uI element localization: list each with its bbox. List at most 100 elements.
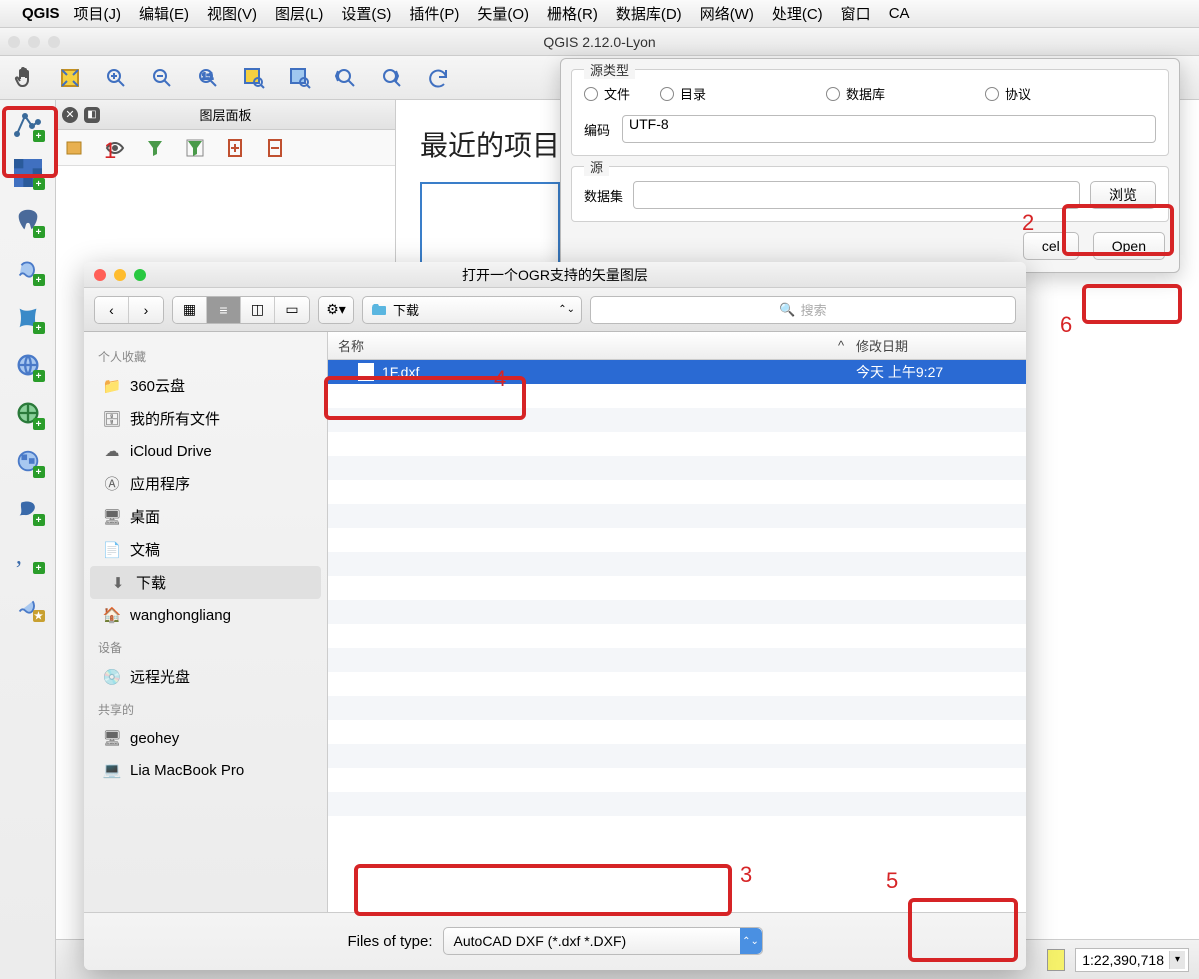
file-columns[interactable]: 名称 ^ 修改日期: [328, 332, 1026, 360]
computer-icon: 🖥: [102, 728, 122, 748]
zoom-native-icon[interactable]: 1:1: [192, 62, 224, 94]
radio-database[interactable]: 数据库: [826, 84, 885, 103]
computer-icon: 💻: [102, 760, 122, 780]
menu-raster[interactable]: 栅格(R): [547, 3, 598, 24]
menu-database[interactable]: 数据库(D): [616, 3, 682, 24]
file-dialog-title: 打开一个OGR支持的矢量图层: [462, 265, 648, 285]
window-titlebar: QGIS 2.12.0-Lyon: [0, 28, 1199, 56]
menu-vector[interactable]: 矢量(O): [477, 3, 529, 24]
fd-max-dot[interactable]: [134, 269, 146, 281]
refresh-icon[interactable]: [422, 62, 454, 94]
menu-layer[interactable]: 图层(L): [275, 3, 323, 24]
src-open-button[interactable]: Open: [1093, 232, 1165, 260]
src-cancel-button[interactable]: cel: [1023, 232, 1079, 260]
annotation-1-label: 1: [104, 138, 116, 164]
sidebar-item-downloads[interactable]: ⬇︎下载: [90, 566, 321, 599]
chevron-updown-icon: ⌃⌄: [558, 304, 575, 315]
sidebar-item-home[interactable]: 🏠wanghongliang: [84, 599, 327, 631]
sidebar-item-allfiles[interactable]: 🗄我的所有文件: [84, 402, 327, 435]
zoom-in-icon[interactable]: [100, 62, 132, 94]
zoom-last-icon[interactable]: [330, 62, 362, 94]
panel-close-icon[interactable]: ✕: [62, 107, 78, 123]
fd-close-dot[interactable]: [94, 269, 106, 281]
menu-settings[interactable]: 设置(S): [341, 3, 391, 24]
view-cover-icon[interactable]: ▭: [275, 297, 309, 323]
window-controls[interactable]: [8, 36, 60, 48]
add-raster-icon[interactable]: +: [9, 154, 47, 192]
sidebar-item-apps[interactable]: Ⓐ应用程序: [84, 467, 327, 500]
menu-ca[interactable]: CA: [889, 5, 910, 22]
expand-icon[interactable]: [224, 137, 246, 159]
sidebar-item-icloud[interactable]: ☁︎iCloud Drive: [84, 435, 327, 467]
add-vector-dialog: 源类型 文件 目录 数据库 协议 编码 UTF-8 源 数据集 浏览 cel O…: [560, 58, 1180, 273]
zoom-layer-icon[interactable]: [284, 62, 316, 94]
add-wfs-icon[interactable]: +: [9, 490, 47, 528]
arrange-icon[interactable]: ⚙︎▾: [319, 297, 353, 323]
sidebar-item-geohey[interactable]: 🖥geohey: [84, 722, 327, 754]
add-wcs-icon[interactable]: +: [9, 442, 47, 480]
annotation-2-label: 2: [1022, 210, 1034, 236]
add-spatialite-icon[interactable]: +: [9, 250, 47, 288]
add-vector-icon[interactable]: +: [9, 106, 47, 144]
search-field[interactable]: 🔍 搜索: [590, 296, 1016, 324]
filter-icon[interactable]: [144, 137, 166, 159]
view-icons-icon[interactable]: ▦: [173, 297, 207, 323]
min-dot[interactable]: [28, 36, 40, 48]
nav-back-icon[interactable]: ‹: [95, 297, 129, 323]
browse-button[interactable]: 浏览: [1090, 181, 1156, 209]
menu-edit[interactable]: 编辑(E): [139, 3, 189, 24]
encoding-select[interactable]: UTF-8: [622, 115, 1156, 143]
fd-min-dot[interactable]: [114, 269, 126, 281]
zoom-full-icon[interactable]: [54, 62, 86, 94]
file-row[interactable]: 1F.dxf 今天 上午9:27: [328, 360, 1026, 384]
pan-icon[interactable]: [8, 62, 40, 94]
view-columns-icon[interactable]: ◫: [241, 297, 275, 323]
menu-view[interactable]: 视图(V): [207, 3, 257, 24]
nav-back-forward[interactable]: ‹ ›: [94, 296, 164, 324]
chevron-down-icon[interactable]: ▾: [1169, 951, 1185, 969]
menu-web[interactable]: 网络(W): [700, 3, 754, 24]
nav-forward-icon[interactable]: ›: [129, 297, 163, 323]
zoom-out-icon[interactable]: [146, 62, 178, 94]
arrange[interactable]: ⚙︎▾: [318, 296, 354, 324]
col-name[interactable]: 名称: [328, 336, 826, 355]
add-wms-icon[interactable]: +: [9, 394, 47, 432]
radio-directory[interactable]: 目录: [660, 84, 706, 103]
sidebar-item-lia[interactable]: 💻Lia MacBook Pro: [84, 754, 327, 786]
add-oracle-icon[interactable]: +: [9, 346, 47, 384]
file-list: 名称 ^ 修改日期 1F.dxf 今天 上午9:27: [328, 332, 1026, 912]
panel-float-icon[interactable]: ◧: [84, 107, 100, 123]
path-dropdown[interactable]: 下载 ⌃⌄: [362, 296, 582, 324]
col-date[interactable]: 修改日期: [856, 336, 1026, 355]
path-label: 下载: [393, 300, 419, 319]
zoom-selection-icon[interactable]: [238, 62, 270, 94]
radio-file[interactable]: 文件: [584, 84, 630, 103]
collapse-icon[interactable]: [264, 137, 286, 159]
sidebar-item-documents[interactable]: 📄文稿: [84, 533, 327, 566]
sort-indicator-icon[interactable]: ^: [826, 338, 856, 353]
add-mssql-icon[interactable]: +: [9, 298, 47, 336]
view-list-icon[interactable]: ≡: [207, 297, 241, 323]
sidebar-item-360[interactable]: 📁360云盘: [84, 369, 327, 402]
menu-processing[interactable]: 处理(C): [772, 3, 823, 24]
radio-protocol[interactable]: 协议: [985, 84, 1031, 103]
filetype-select[interactable]: AutoCAD DXF (*.dxf *.DXF) ⌃⌄: [443, 927, 763, 955]
menu-project[interactable]: 项目(J): [74, 3, 122, 24]
add-virtual-icon[interactable]: ★: [9, 586, 47, 624]
scale-selector[interactable]: 1:22,390,718 ▾: [1075, 948, 1189, 972]
add-delimited-icon[interactable]: , +: [9, 538, 47, 576]
add-postgis-icon[interactable]: +: [9, 202, 47, 240]
view-mode[interactable]: ▦ ≡ ◫ ▭: [172, 296, 310, 324]
sidebar-item-desktop[interactable]: 🖥桌面: [84, 500, 327, 533]
max-dot[interactable]: [48, 36, 60, 48]
expr-filter-icon[interactable]: [184, 137, 206, 159]
dataset-input[interactable]: [633, 181, 1080, 209]
zoom-next-icon[interactable]: [376, 62, 408, 94]
file-rows[interactable]: 1F.dxf 今天 上午9:27: [328, 360, 1026, 912]
app-name[interactable]: QGIS: [22, 5, 60, 22]
menu-window[interactable]: 窗口: [841, 3, 871, 24]
close-dot[interactable]: [8, 36, 20, 48]
add-group-icon[interactable]: [64, 137, 86, 159]
menu-plugins[interactable]: 插件(P): [409, 3, 459, 24]
sidebar-item-remotedisc[interactable]: 💿远程光盘: [84, 660, 327, 693]
